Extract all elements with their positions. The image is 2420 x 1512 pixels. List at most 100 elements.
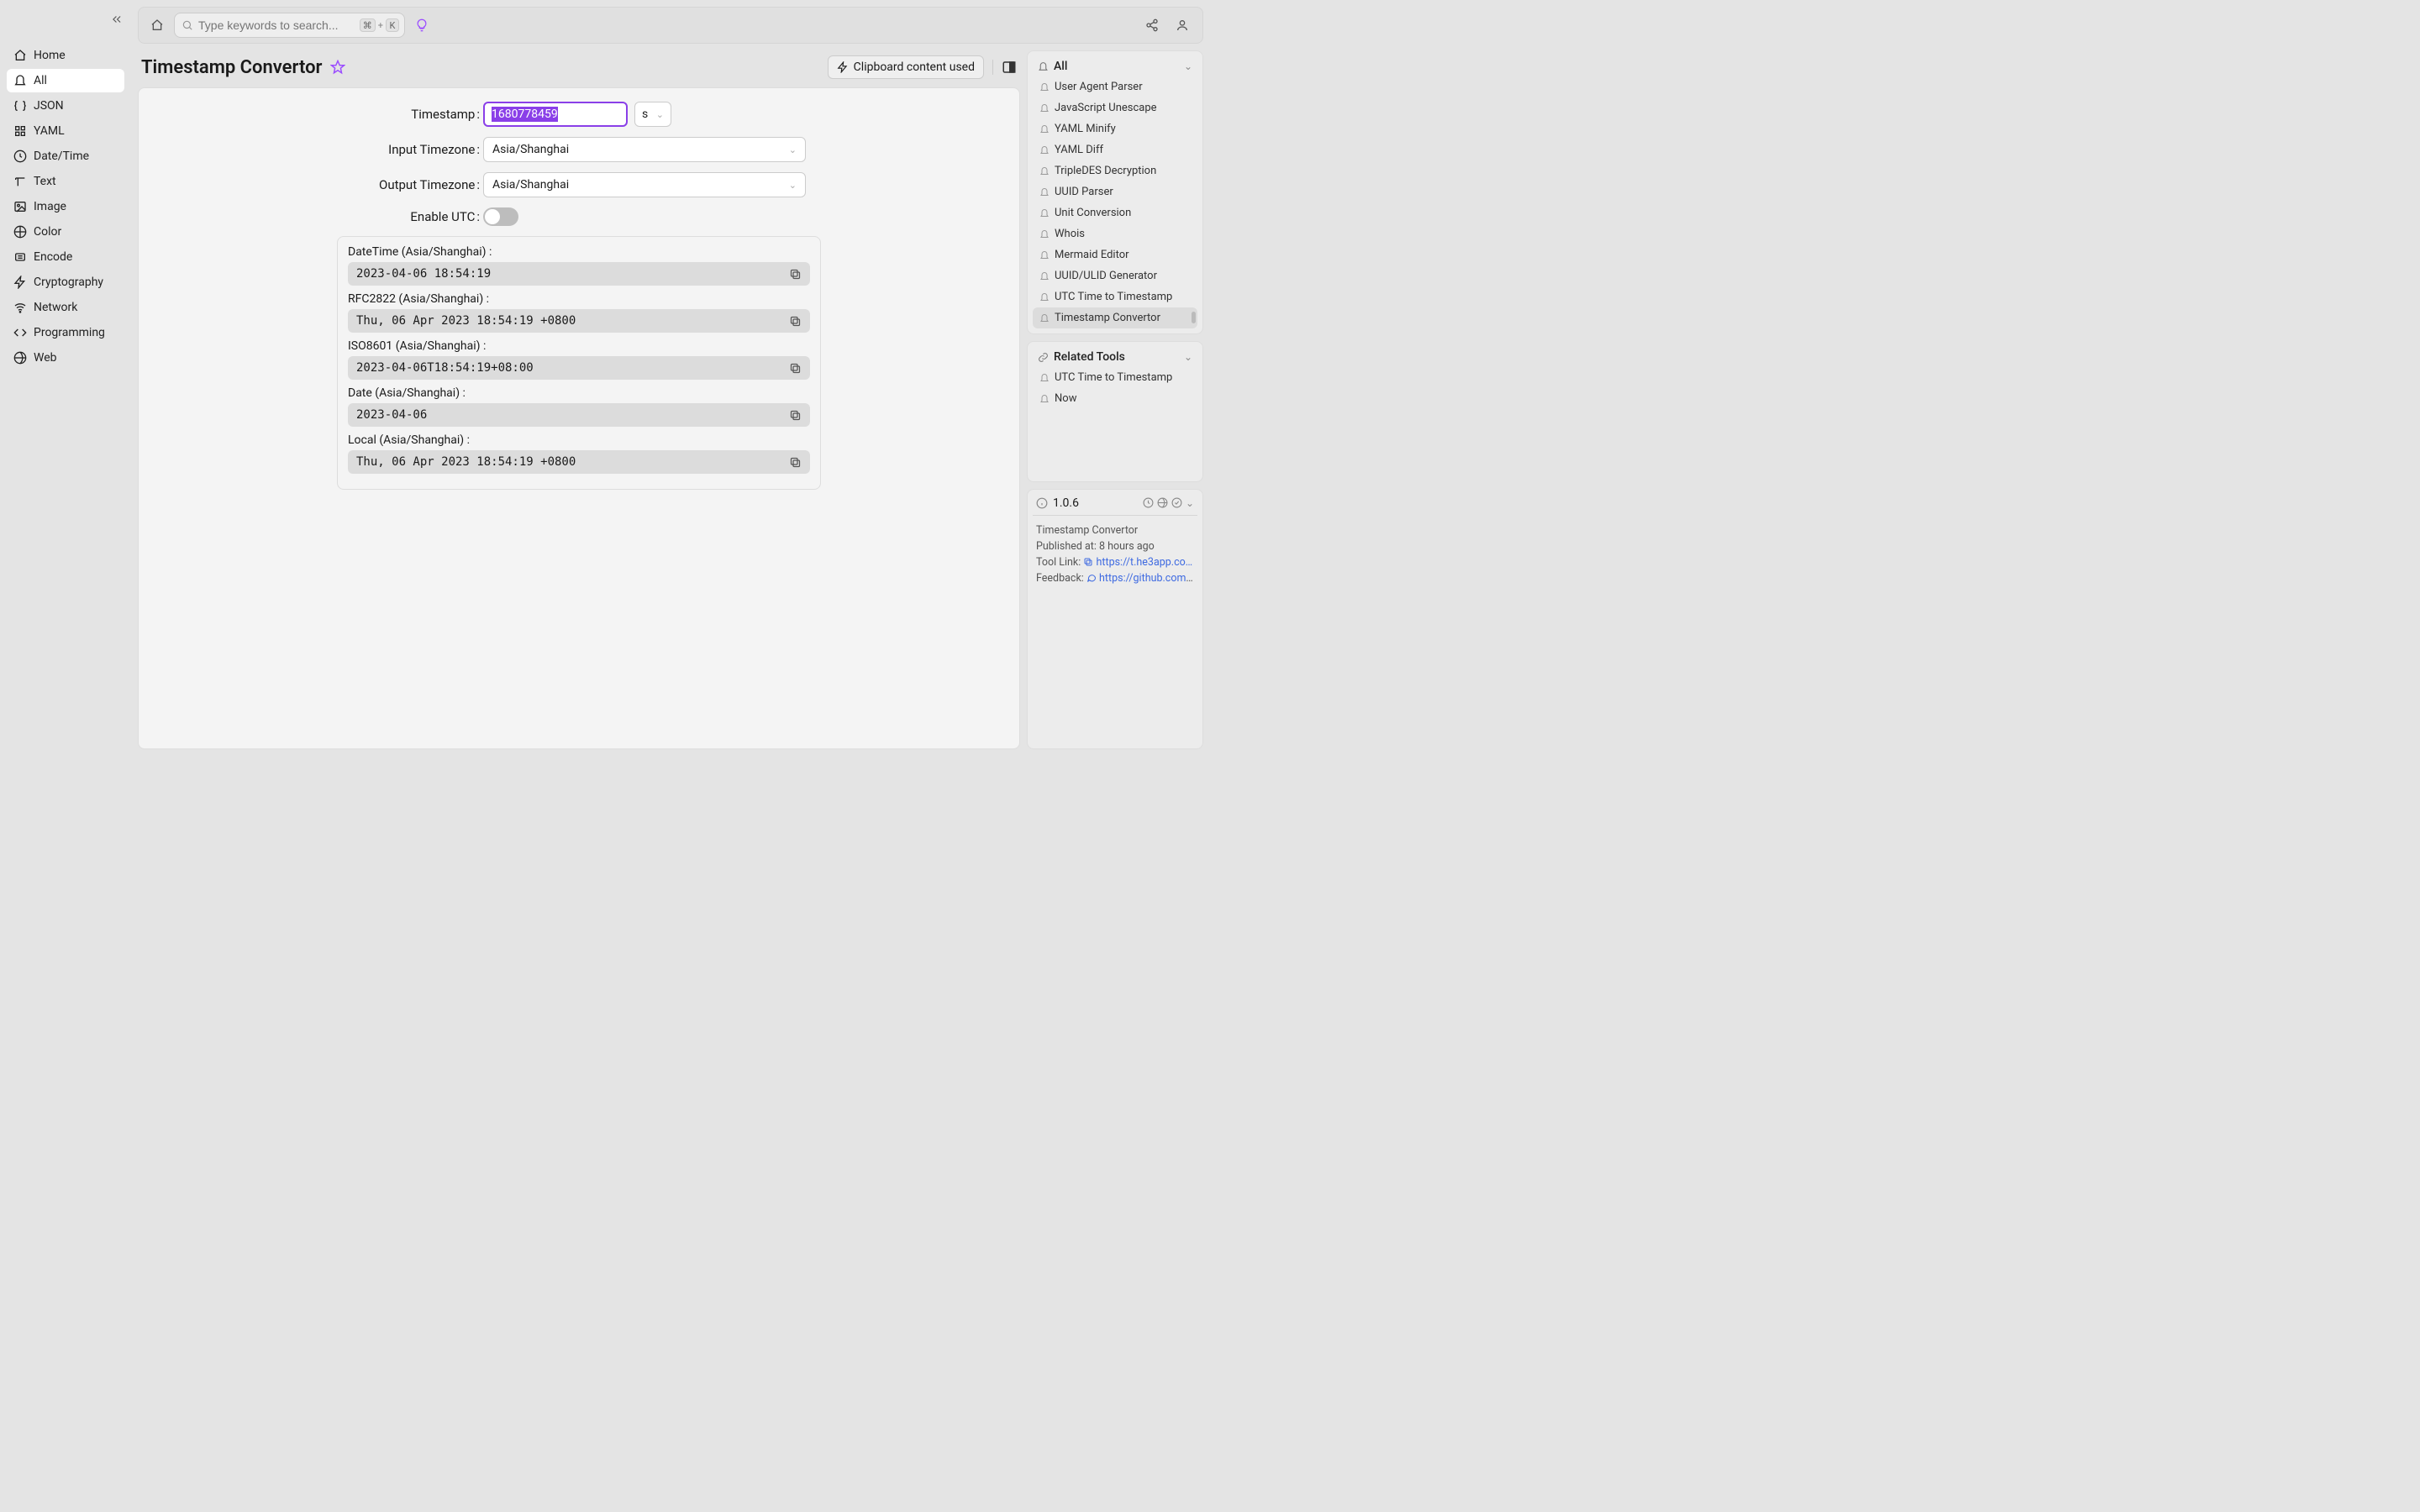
related-item-label: UTC Time to Timestamp <box>1055 371 1172 384</box>
chevron-down-icon[interactable]: ⌄ <box>1186 497 1194 509</box>
copy-button[interactable] <box>789 409 802 422</box>
search-icon <box>182 19 193 31</box>
nav-item-label: All <box>34 74 47 87</box>
text-icon <box>13 175 27 188</box>
input-timezone-select[interactable]: Asia/Shanghai ⌄ <box>483 137 806 162</box>
nav-item-yaml[interactable]: YAML <box>7 119 124 143</box>
braces-icon <box>13 99 27 113</box>
bell-icon <box>1038 61 1049 72</box>
input-timezone-value: Asia/Shanghai <box>492 143 569 156</box>
result-value: 2023-04-06 <box>348 403 810 427</box>
check-circle-icon[interactable] <box>1171 497 1182 508</box>
output-timezone-value: Asia/Shanghai <box>492 178 569 192</box>
result-label: DateTime (Asia/Shanghai) : <box>348 245 810 259</box>
nav-item-programming[interactable]: Programming <box>7 321 124 344</box>
search-input[interactable] <box>198 18 355 32</box>
output-timezone-select[interactable]: Asia/Shanghai ⌄ <box>483 172 806 197</box>
nav-item-image[interactable]: Image <box>7 195 124 218</box>
chevron-down-icon: ⌄ <box>789 144 797 155</box>
related-item-now[interactable]: Now <box>1033 388 1197 409</box>
page-title: Timestamp Convertor <box>141 57 322 78</box>
tool-item-uuid-ulid-generator[interactable]: UUID/ULID Generator <box>1033 265 1197 286</box>
nav-item-text[interactable]: Text <box>7 170 124 193</box>
scrollbar-thumb[interactable] <box>1192 312 1196 323</box>
unit-select[interactable]: s ⌄ <box>634 102 671 127</box>
tool-item-yaml-minify[interactable]: YAML Minify <box>1033 118 1197 139</box>
result-value: 2023-04-06T18:54:19+08:00 <box>348 356 810 380</box>
nav-item-label: Programming <box>34 326 105 339</box>
message-icon[interactable] <box>1086 573 1097 583</box>
enable-utc-toggle[interactable] <box>483 207 518 226</box>
info-published: Published at: 8 hours ago <box>1033 538 1197 554</box>
timestamp-input[interactable]: 1680778459 <box>483 102 628 127</box>
bell-icon <box>1039 103 1050 113</box>
copy-button[interactable] <box>789 315 802 328</box>
nav-item-encode[interactable]: Encode <box>7 245 124 269</box>
nav-item-all[interactable]: All <box>7 69 124 92</box>
clipboard-used-button[interactable]: Clipboard content used <box>828 55 984 79</box>
copy-button[interactable] <box>789 268 802 281</box>
clock-icon <box>13 150 27 163</box>
globe-icon <box>13 351 27 365</box>
tool-item-user-agent-parser[interactable]: User Agent Parser <box>1033 76 1197 97</box>
related-tools-panel: Related Tools ⌄ UTC Time to Timestamp Now <box>1027 341 1203 482</box>
bell-icon <box>1039 229 1050 239</box>
tool-item-whois[interactable]: Whois <box>1033 223 1197 244</box>
related-tools-header[interactable]: Related Tools ⌄ <box>1033 347 1197 367</box>
chevron-down-icon: ⌄ <box>656 109 664 120</box>
info-tool-link: Tool Link: https://t.he3app.co… <box>1033 554 1197 570</box>
chevron-down-icon: ⌄ <box>1184 60 1192 72</box>
nav-item-label: Home <box>34 49 66 62</box>
bolt-icon <box>13 276 27 289</box>
related-item-utc-time-to-timestamp[interactable]: UTC Time to Timestamp <box>1033 367 1197 388</box>
right-panel-toggle[interactable] <box>1002 60 1017 75</box>
all-tools-panel: All ⌄ User Agent ParserJavaScript Unesca… <box>1027 50 1203 334</box>
nav-item-label: Network <box>34 301 77 314</box>
result-value: Thu, 06 Apr 2023 18:54:19 +0800 <box>348 450 810 474</box>
home-button[interactable] <box>147 15 167 35</box>
tool-item-yaml-diff[interactable]: YAML Diff <box>1033 139 1197 160</box>
copy-button[interactable] <box>789 362 802 375</box>
copy-icon[interactable] <box>1083 557 1093 567</box>
nav-item-cryptography[interactable]: Cryptography <box>7 270 124 294</box>
feedback-link[interactable]: https://github.com/… <box>1099 572 1197 585</box>
nav-item-label: JSON <box>34 99 64 113</box>
clock-icon[interactable] <box>1143 497 1154 508</box>
result-label: RFC2822 (Asia/Shanghai) : <box>348 292 810 306</box>
nav-item-network[interactable]: Network <box>7 296 124 319</box>
nav-item-json[interactable]: JSON <box>7 94 124 118</box>
results-card: DateTime (Asia/Shanghai) :2023-04-06 18:… <box>337 236 821 490</box>
result-label: Local (Asia/Shanghai) : <box>348 433 810 447</box>
bolt-icon <box>837 61 849 73</box>
bell-icon <box>1039 187 1050 197</box>
tool-item-label: UUID/ULID Generator <box>1055 270 1157 282</box>
tips-button[interactable] <box>412 15 432 35</box>
tool-item-mermaid-editor[interactable]: Mermaid Editor <box>1033 244 1197 265</box>
favorite-button[interactable] <box>330 60 345 75</box>
nav-item-home[interactable]: Home <box>7 44 124 67</box>
share-button[interactable] <box>1140 15 1164 35</box>
tool-item-utc-time-to-timestamp[interactable]: UTC Time to Timestamp <box>1033 286 1197 307</box>
info-title: Timestamp Convertor <box>1033 522 1197 538</box>
tool-item-unit-conversion[interactable]: Unit Conversion <box>1033 202 1197 223</box>
nav-item-label: YAML <box>34 124 65 138</box>
all-tools-header[interactable]: All ⌄ <box>1033 56 1197 76</box>
tool-item-label: Unit Conversion <box>1055 207 1131 219</box>
collapse-sidebar-button[interactable] <box>111 13 123 25</box>
nav-item-label: Encode <box>34 250 72 264</box>
nav-item-date-time[interactable]: Date/Time <box>7 144 124 168</box>
user-button[interactable] <box>1171 15 1194 35</box>
tool-item-tripledes-decryption[interactable]: TripleDES Decryption <box>1033 160 1197 181</box>
tool-link[interactable]: https://t.he3app.co… <box>1097 556 1193 569</box>
tool-item-javascript-unescape[interactable]: JavaScript Unescape <box>1033 97 1197 118</box>
search-box[interactable]: ⌘ + K <box>174 13 405 38</box>
page-header: Timestamp Convertor Clipboard content us… <box>138 50 1020 87</box>
tool-item-uuid-parser[interactable]: UUID Parser <box>1033 181 1197 202</box>
tool-item-timestamp-convertor[interactable]: Timestamp Convertor <box>1033 307 1197 328</box>
result-block: Date (Asia/Shanghai) :2023-04-06 <box>348 386 810 427</box>
nav-item-web[interactable]: Web <box>7 346 124 370</box>
copy-button[interactable] <box>789 456 802 469</box>
globe-icon[interactable] <box>1157 497 1168 508</box>
image-icon <box>13 200 27 213</box>
nav-item-color[interactable]: Color <box>7 220 124 244</box>
